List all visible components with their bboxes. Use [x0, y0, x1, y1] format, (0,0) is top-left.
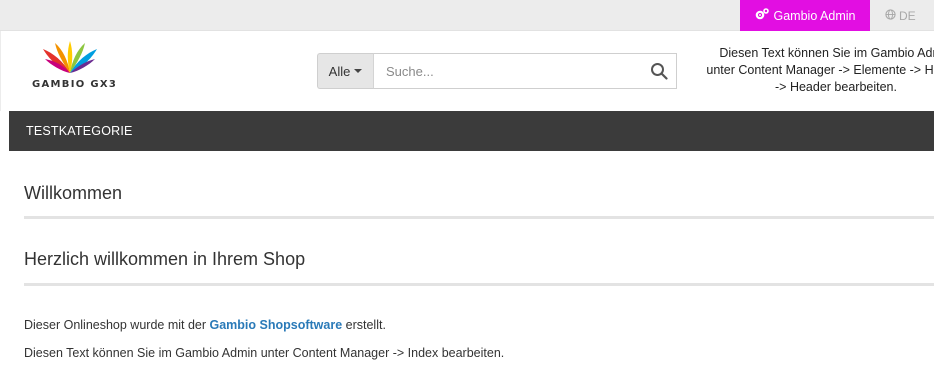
header-info-line: -> Header bearbeiten.	[775, 80, 897, 94]
gambio-admin-label: Gambio Admin	[773, 8, 856, 23]
globe-icon	[885, 8, 896, 23]
search-category-dropdown[interactable]: Alle	[317, 53, 373, 89]
logo-text: GAMBIO GX3	[32, 79, 118, 90]
header: GAMBIO GX3 Alle Diesen Text können Sie i…	[0, 31, 934, 111]
paragraph-text: Dieser Onlineshop wurde mit der	[24, 318, 210, 332]
header-info-text: Diesen Text können Sie im Gambio Admin u…	[701, 45, 934, 96]
lotus-logo-icon	[43, 41, 97, 73]
welcome-heading: Herzlich willkommen in Ihrem Shop	[24, 249, 306, 269]
shop-logo[interactable]: GAMBIO GX3	[29, 41, 118, 93]
header-info-line: Diesen Text können Sie im Gambio Admin	[719, 46, 934, 60]
language-switcher[interactable]: DE	[885, 0, 916, 31]
shop-info-paragraph: Dieser Onlineshop wurde mit der Gambio S…	[24, 318, 386, 332]
nav-item-testkategorie[interactable]: TESTKATEGORIE	[26, 111, 133, 151]
search-input[interactable]	[373, 53, 677, 89]
search-icon[interactable]	[650, 62, 668, 80]
category-navbar: TESTKATEGORIE	[9, 111, 934, 151]
page-title: Willkommen	[24, 183, 123, 203]
top-bar: Gambio Admin DE	[0, 0, 934, 31]
divider	[24, 216, 934, 219]
language-label: DE	[899, 8, 916, 23]
search-category-label: Alle	[328, 63, 351, 79]
gambio-admin-button[interactable]: Gambio Admin	[740, 0, 870, 31]
search-bar: Alle	[317, 53, 677, 89]
divider	[24, 283, 934, 286]
header-info-line: unter Content Manager -> Elemente -> Hea…	[706, 63, 934, 77]
gears-icon	[755, 8, 769, 23]
content-manager-paragraph: Diesen Text können Sie im Gambio Admin u…	[24, 346, 505, 360]
caret-down-icon	[354, 69, 363, 73]
gambio-shopsoftware-link[interactable]: Gambio Shopsoftware	[210, 318, 343, 332]
paragraph-text: erstellt.	[342, 318, 386, 332]
